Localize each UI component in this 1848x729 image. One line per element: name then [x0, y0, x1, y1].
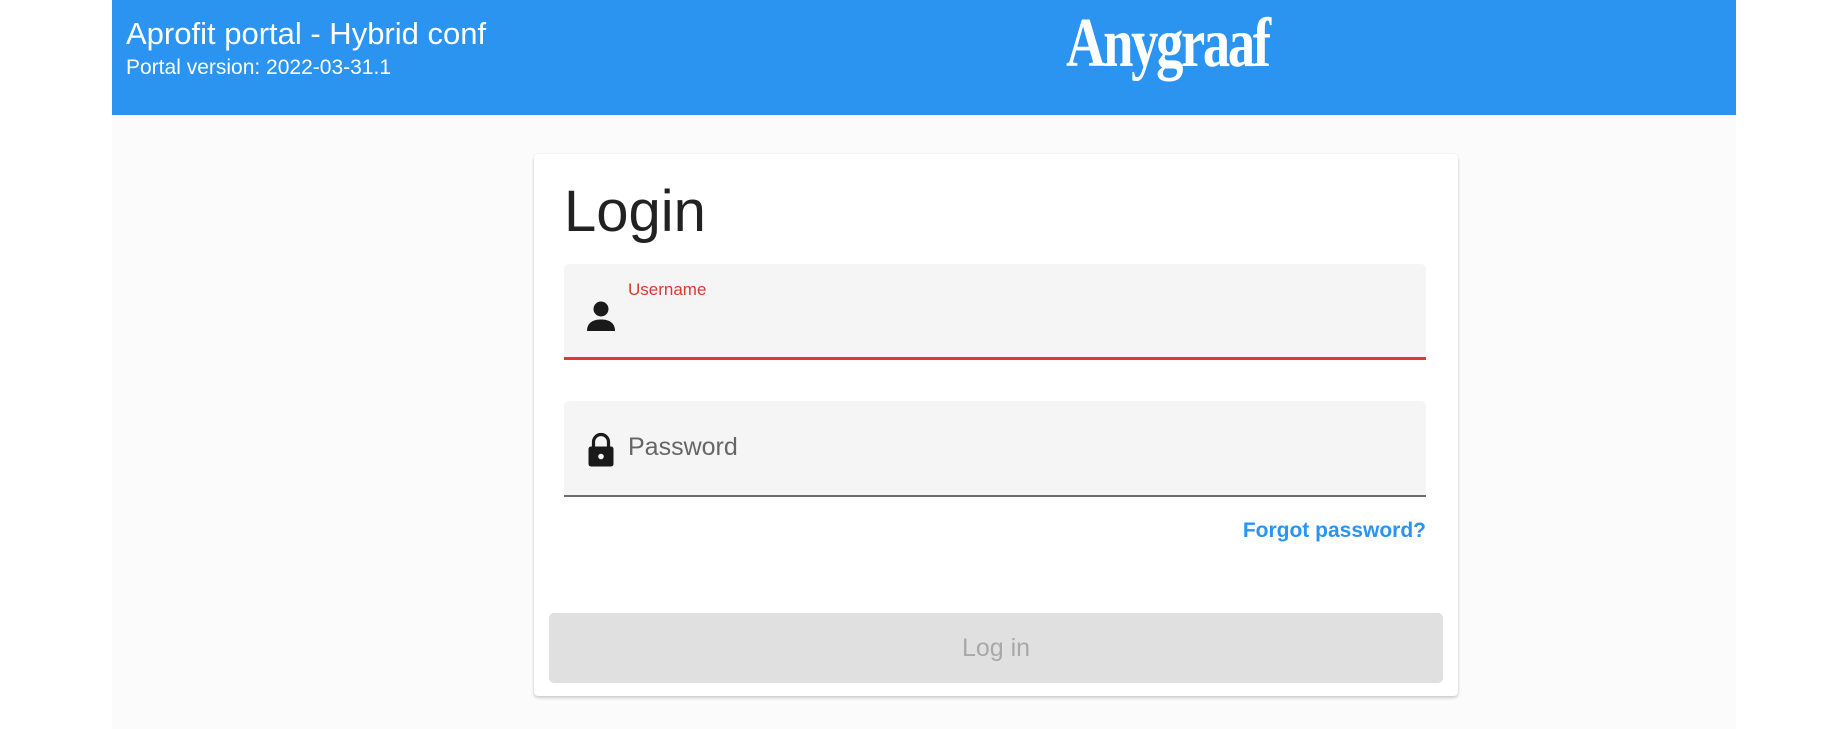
username-field[interactable]: Username: [564, 264, 1426, 360]
anygraaf-logo: Anygraaf: [1066, 5, 1271, 82]
person-icon: [586, 299, 616, 335]
password-field[interactable]: [564, 401, 1426, 497]
portal-title: Aprofit portal - Hybrid conf: [126, 16, 487, 51]
forgot-password-link[interactable]: Forgot password?: [1243, 519, 1426, 543]
header-bar: Aprofit portal - Hybrid conf Portal vers…: [112, 0, 1736, 115]
password-input[interactable]: [628, 427, 1408, 467]
login-button[interactable]: Log in: [549, 613, 1443, 683]
username-input[interactable]: [628, 304, 1408, 344]
portal-version: Portal version: 2022-03-31.1: [126, 56, 391, 79]
lock-icon: [586, 432, 616, 468]
username-label: Username: [628, 280, 707, 299]
page: Aprofit portal - Hybrid conf Portal vers…: [112, 0, 1736, 729]
login-title: Login: [564, 179, 706, 244]
login-card: Login Username Forgot password? Log in: [534, 154, 1458, 696]
